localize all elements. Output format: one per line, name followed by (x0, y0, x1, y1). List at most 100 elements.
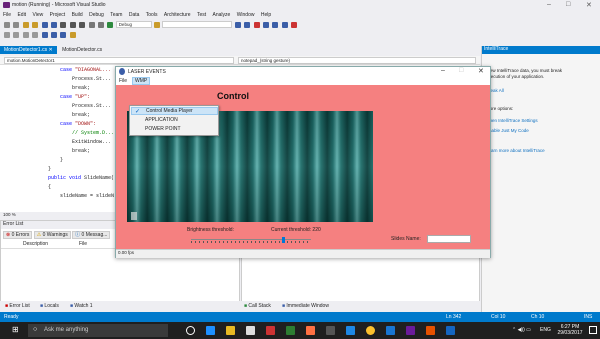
just-my-code-link[interactable]: Enable Just My Code (486, 128, 529, 133)
menu-window[interactable]: Window (237, 10, 255, 18)
tab-motiondetector[interactable]: MotionDetector.cs (58, 46, 106, 54)
close-icon[interactable]: ✕ (586, 1, 592, 9)
tray-icons[interactable]: ⌃ ◀)) ▭ (512, 327, 531, 333)
file-explorer-icon[interactable] (226, 326, 235, 335)
menu-tools[interactable]: Tools (146, 10, 158, 18)
paste-icon[interactable] (79, 22, 86, 28)
tab-immediate-window[interactable]: ■ Immediate Window (282, 303, 329, 309)
outdent-icon[interactable] (13, 32, 20, 38)
laser-menu-file[interactable]: File (119, 78, 127, 84)
indent-icon[interactable] (4, 32, 10, 38)
menu-application[interactable]: APPLICATION (131, 117, 218, 125)
app-icon-2[interactable] (286, 326, 295, 335)
visual-studio-icon[interactable] (406, 326, 415, 335)
stop-icon[interactable] (253, 22, 260, 28)
brightness-slider[interactable] (191, 237, 311, 243)
menu-power-point[interactable]: POWER POINT (131, 126, 218, 134)
app-icon-5[interactable] (386, 326, 395, 335)
tab-error-list[interactable]: ■ Error List (5, 303, 30, 309)
app-icon-3[interactable] (306, 326, 315, 335)
app-icon-7[interactable] (446, 326, 455, 335)
solution-explorer-icon[interactable] (234, 22, 241, 28)
open-icon[interactable] (32, 22, 39, 28)
windows-start-icon[interactable]: ⊞ (12, 326, 20, 334)
new-project-icon[interactable] (22, 22, 29, 28)
cut-icon[interactable] (60, 22, 67, 28)
menu-help[interactable]: Help (261, 10, 271, 18)
laser-minimize-icon[interactable]: – (441, 67, 445, 74)
language-indicator[interactable]: ENG (540, 327, 551, 333)
slider-thumb[interactable] (282, 237, 285, 243)
comment-icon[interactable] (22, 32, 29, 38)
step-into-icon[interactable] (263, 22, 270, 28)
task-view-icon[interactable] (186, 326, 195, 335)
laser-status-bar: 0.00 fps (116, 249, 490, 258)
tab-motiondetector1[interactable]: MotionDetector1.cs ✕ (0, 46, 57, 54)
tab-call-stack[interactable]: ■ Call Stack (244, 303, 271, 309)
menu-control-media-player[interactable]: ✓ Control Media Player (131, 107, 218, 115)
config-dropdown[interactable]: Debug (115, 21, 152, 28)
errors-filter[interactable]: ⊗ 0 Errors (3, 231, 33, 239)
messages-count: 0 Messag... (81, 232, 108, 238)
store-icon[interactable] (246, 326, 255, 335)
save-all-icon[interactable] (50, 22, 57, 28)
step-out-icon[interactable] (281, 22, 288, 28)
maximize-icon[interactable]: □ (566, 1, 570, 8)
clear-bookmark-icon[interactable] (69, 32, 76, 38)
edge-icon[interactable] (206, 326, 215, 335)
app-icon-6[interactable] (426, 326, 435, 335)
uncomment-icon[interactable] (32, 32, 39, 38)
menu-edit[interactable]: Edit (17, 10, 26, 18)
breakpoint-icon[interactable] (291, 22, 298, 28)
member-dropdown[interactable]: notepad_(string gesture) (238, 57, 476, 64)
copy-icon[interactable] (69, 22, 76, 28)
app-icon-4[interactable] (326, 326, 335, 335)
menu-analyze[interactable]: Analyze (213, 10, 231, 18)
col-file[interactable]: File (79, 241, 87, 247)
menu-debug[interactable]: Debug (89, 10, 104, 18)
forward-icon[interactable] (13, 22, 20, 28)
minimize-icon[interactable]: – (547, 1, 551, 8)
clock[interactable]: 6:27 PM 29/03/2017 (555, 324, 585, 336)
type-dropdown[interactable]: motion.MotionDetector1 (4, 57, 234, 64)
tab-locals[interactable]: ■ Locals (40, 303, 59, 309)
current-threshold-label: Current threshold: 220 (271, 227, 321, 233)
intellitrace-settings-link[interactable]: Open IntelliTrace Settings (486, 118, 538, 123)
chrome-icon[interactable] (366, 326, 375, 335)
laser-menu-wmp[interactable]: WMP (132, 77, 151, 85)
warnings-filter[interactable]: ⚠ 0 Warnings (33, 231, 71, 239)
step-over-icon[interactable] (272, 22, 279, 28)
learn-more-link[interactable]: Learn more about IntelliTrace (486, 148, 545, 153)
menu-file[interactable]: File (3, 10, 11, 18)
action-center-icon[interactable] (589, 326, 597, 334)
menu-view[interactable]: View (32, 10, 43, 18)
find-icon[interactable] (154, 22, 161, 28)
prev-bookmark-icon[interactable] (60, 32, 67, 38)
slides-name-input[interactable] (427, 235, 471, 243)
menu-architecture[interactable]: Architecture (164, 10, 191, 18)
video-corner-marker (131, 212, 137, 220)
laser-maximize-icon[interactable]: □ (459, 67, 463, 74)
ie-icon[interactable] (346, 326, 355, 335)
menu-test[interactable]: Test (197, 10, 206, 18)
cortana-search-box[interactable]: ○ Ask me anything (28, 324, 168, 337)
zoom-level[interactable]: 100 % (3, 212, 16, 217)
menu-team[interactable]: Team (110, 10, 122, 18)
menu-project[interactable]: Project (50, 10, 66, 18)
save-icon[interactable] (41, 22, 48, 28)
next-bookmark-icon[interactable] (50, 32, 57, 38)
laser-close-icon[interactable]: ✕ (478, 67, 484, 75)
menu-build[interactable]: Build (72, 10, 83, 18)
col-description[interactable]: Description (23, 241, 48, 247)
back-icon[interactable] (4, 22, 10, 28)
app-icon-1[interactable] (266, 326, 275, 335)
undo-icon[interactable] (88, 22, 95, 28)
properties-icon[interactable] (244, 22, 251, 28)
messages-filter[interactable]: ⓘ 0 Messag... (72, 231, 111, 239)
tab-watch-1[interactable]: ■ Watch 1 (70, 303, 93, 309)
bookmark-icon[interactable] (41, 32, 48, 38)
menu-data[interactable]: Data (129, 10, 140, 18)
continue-icon[interactable] (107, 22, 114, 28)
redo-icon[interactable] (97, 22, 104, 28)
find-dropdown[interactable] (162, 21, 233, 28)
